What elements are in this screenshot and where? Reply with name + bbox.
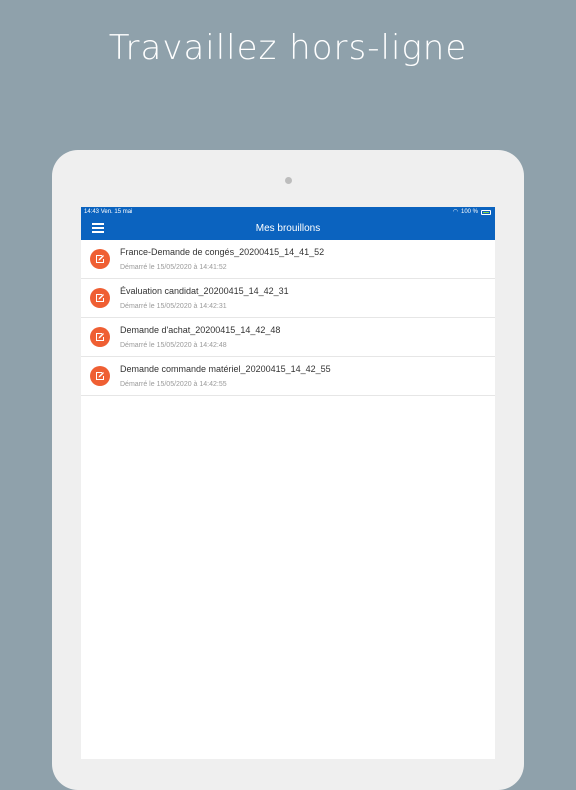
draft-start-date: Démarré le 15/05/2020 à 14:41:52 [120,264,227,271]
wifi-icon: ◠ [452,209,458,215]
draft-item[interactable]: Évaluation candidat_20200415_14_42_31 Dé… [81,279,495,318]
draft-title: France-Demande de congés_20200415_14_41_… [120,247,325,257]
status-right: ◠ 100 % [453,207,491,217]
draft-title: Demande d'achat_20200415_14_42_48 [120,325,281,335]
draft-document-icon [90,288,110,308]
draft-document-icon [90,327,110,347]
draft-start-date: Démarré le 15/05/2020 à 14:42:31 [120,303,227,310]
battery-icon [481,209,491,215]
draft-start-date: Démarré le 15/05/2020 à 14:42:55 [120,381,227,388]
draft-title: Évaluation candidat_20200415_14_42_31 [120,286,289,296]
status-time-date: 14:43 Ven. 15 mai [84,207,132,217]
camera-dot [285,177,292,184]
headline: Travaillez hors-ligne [108,28,468,68]
draft-item[interactable]: Demande d'achat_20200415_14_42_48 Démarr… [81,318,495,357]
draft-document-icon [90,249,110,269]
nav-title: Mes brouillons [255,223,321,234]
battery-percent: 100 % [460,209,478,215]
status-time: 14:43 [84,209,100,215]
status-bar: 14:43 Ven. 15 mai ◠ 100 % [81,207,495,217]
draft-start-date: Démarré le 15/05/2020 à 14:42:48 [120,342,227,349]
draft-title: Demande commande matériel_20200415_14_42… [120,364,331,374]
tablet-frame: 14:43 Ven. 15 mai ◠ 100 % Mes brouillons… [52,150,524,790]
status-date: Ven. 15 mai [100,209,133,215]
app-screen: 14:43 Ven. 15 mai ◠ 100 % Mes brouillons… [81,207,495,759]
drafts-list: France-Demande de congés_20200415_14_41_… [81,240,495,396]
draft-item[interactable]: France-Demande de congés_20200415_14_41_… [81,240,495,279]
nav-bar: Mes brouillons [81,217,495,240]
draft-item[interactable]: Demande commande matériel_20200415_14_42… [81,357,495,396]
draft-document-icon [90,366,110,386]
